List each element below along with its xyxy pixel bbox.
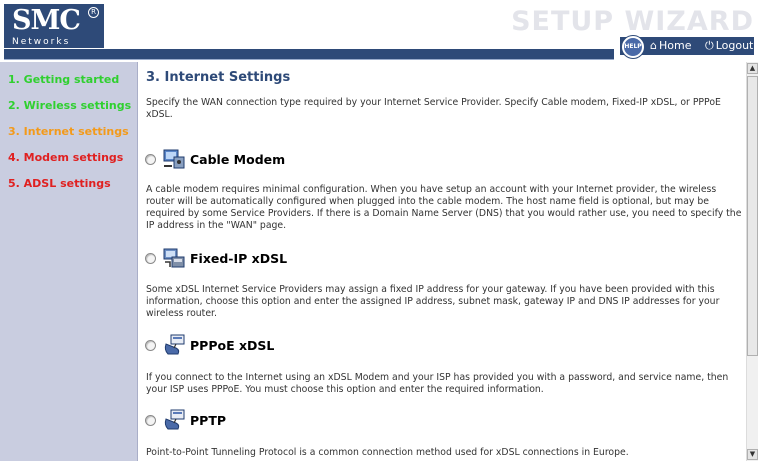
page-title: 3. Internet Settings xyxy=(146,70,291,85)
pptp-icon xyxy=(164,409,185,430)
pppoe-radio[interactable] xyxy=(145,339,156,351)
fixed-ip-icon xyxy=(163,248,185,268)
logo-subtitle: Networks xyxy=(12,37,71,47)
vertical-scrollbar[interactable]: ▲ ▼ xyxy=(746,62,758,461)
home-label: Home xyxy=(658,39,692,52)
cable-modem-description: A cable modem requires minimal configura… xyxy=(146,184,742,231)
sidebar-item-modem-settings[interactable]: 4. Modem settings xyxy=(8,144,137,170)
help-button[interactable]: HELP xyxy=(622,36,644,58)
fixed-ip-label: Fixed-IP xDSL xyxy=(190,250,288,266)
sidebar-item-wireless-settings[interactable]: 2. Wireless settings xyxy=(8,92,137,118)
header-divider xyxy=(4,49,614,59)
fixed-ip-radio[interactable] xyxy=(145,252,156,264)
pptp-radio[interactable] xyxy=(145,414,156,426)
cable-modem-label: Cable Modem xyxy=(190,151,286,167)
cable-modem-radio[interactable] xyxy=(145,153,156,165)
option-pptp[interactable]: PPTP xyxy=(145,409,226,431)
logo-text: SMC xyxy=(12,5,81,36)
home-icon: ⌂ xyxy=(650,39,657,52)
option-fixed-ip-xdsl[interactable]: Fixed-IP xDSL xyxy=(145,247,287,269)
pptp-label: PPTP xyxy=(190,412,227,428)
logout-link[interactable]: ⏻ Logout xyxy=(705,39,753,53)
option-pppoe-xdsl[interactable]: PPPoE xDSL xyxy=(145,334,274,356)
smc-logo: SMC R Networks xyxy=(4,4,104,48)
setup-wizard-title: SETUP WIZARD xyxy=(511,6,754,37)
sidebar: 1. Getting started 2. Wireless settings … xyxy=(0,62,138,461)
pppoe-label: PPPoE xDSL xyxy=(190,337,275,353)
header-divider-light xyxy=(4,59,614,60)
option-cable-modem[interactable]: Cable Modem xyxy=(145,148,285,170)
scroll-up-arrow-icon[interactable]: ▲ xyxy=(747,63,758,74)
sidebar-item-internet-settings[interactable]: 3. Internet settings xyxy=(8,118,137,144)
sidebar-item-getting-started[interactable]: 1. Getting started xyxy=(8,66,137,92)
scrollbar-thumb[interactable] xyxy=(747,76,758,356)
pppoe-description: If you connect to the Internet using an … xyxy=(146,372,729,395)
intro-text: Specify the WAN connection type required… xyxy=(146,97,721,120)
logout-label: Logout xyxy=(715,39,754,52)
scroll-down-arrow-icon[interactable]: ▼ xyxy=(747,449,758,460)
pppoe-icon xyxy=(164,334,185,355)
page-header: SMC R Networks SETUP WIZARD HELP ⌂ Home ⏻… xyxy=(0,0,758,62)
home-link[interactable]: ⌂ Home xyxy=(650,39,691,52)
cable-modem-icon xyxy=(163,149,185,169)
registered-mark-icon: R xyxy=(88,7,99,18)
main-content: 3. Internet Settings Specify the WAN con… xyxy=(138,62,746,461)
fixed-ip-description: Some xDSL Internet Service Providers may… xyxy=(146,284,720,319)
power-icon: ⏻ xyxy=(705,39,714,52)
sidebar-nav: 1. Getting started 2. Wireless settings … xyxy=(0,62,137,196)
pptp-description: Point-to-Point Tunneling Protocol is a c… xyxy=(146,447,629,458)
sidebar-item-adsl-settings[interactable]: 5. ADSL settings xyxy=(8,170,137,196)
